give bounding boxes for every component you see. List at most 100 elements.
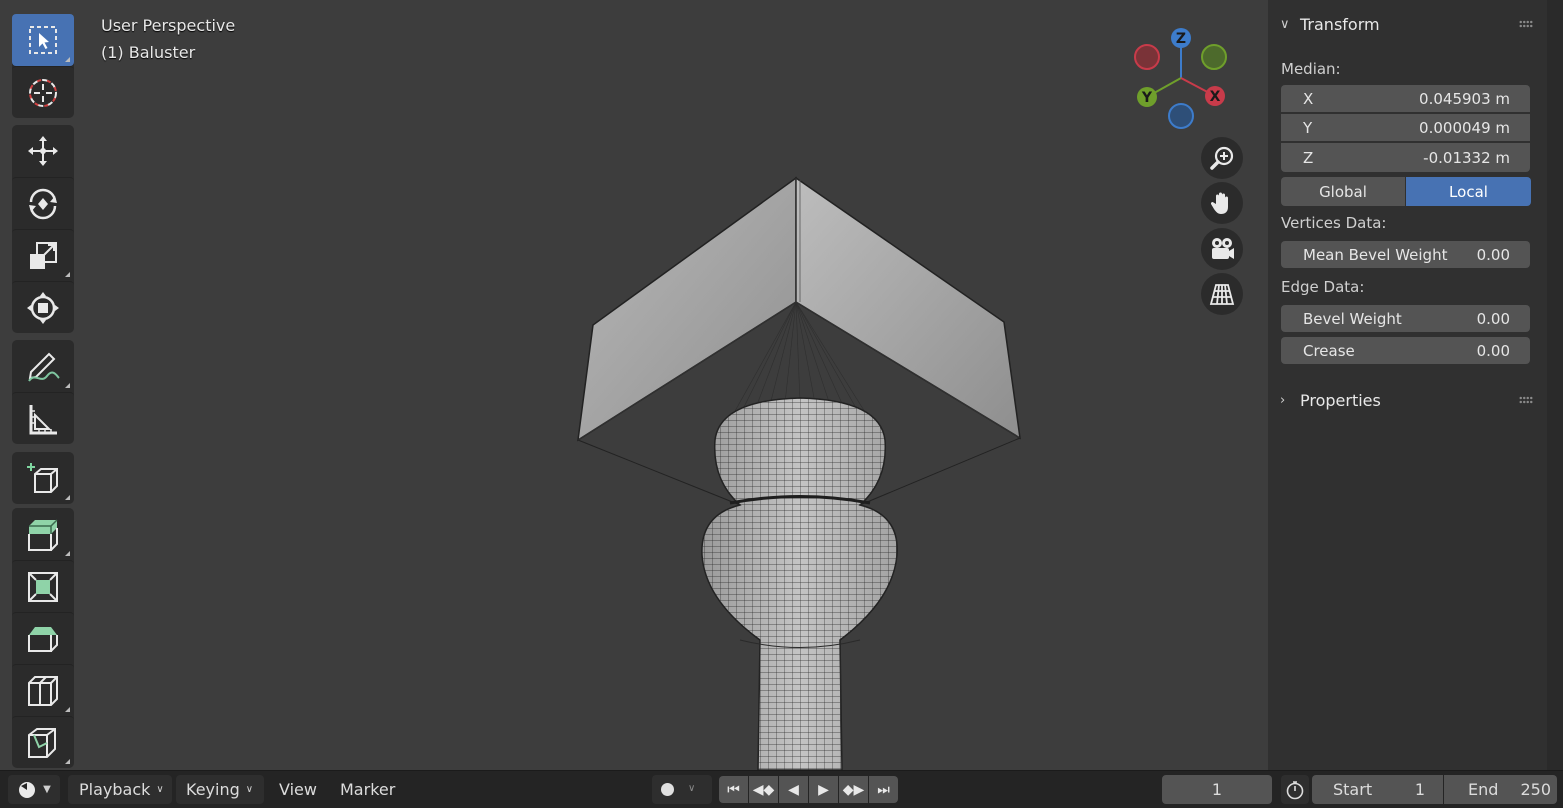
tool-move[interactable]: [12, 125, 74, 177]
median-z-field[interactable]: Z -0.01332 m: [1281, 143, 1530, 172]
tool-loop-cut[interactable]: [12, 664, 74, 716]
jump-start-icon: ⏮: [727, 781, 740, 798]
transform-panel-title: Transform: [1300, 14, 1380, 34]
camera-view-button[interactable]: [1201, 228, 1243, 270]
median-x-field[interactable]: X 0.045903 m: [1281, 85, 1530, 112]
camera-icon: [1212, 238, 1234, 259]
chevron-down-icon: ∨: [245, 784, 254, 795]
play-button[interactable]: ▶: [809, 776, 838, 803]
median-y-field[interactable]: Y 0.000049 m: [1281, 114, 1530, 141]
select-box-icon: [29, 26, 57, 54]
chevron-right-icon: ›: [1280, 392, 1286, 408]
inset-faces-icon: [28, 571, 58, 602]
crease-field[interactable]: Crease 0.00: [1281, 337, 1530, 364]
mean-bevel-weight-field[interactable]: Mean Bevel Weight 0.00: [1281, 241, 1530, 268]
neg-z-axis[interactable]: [1168, 103, 1194, 129]
extrude-region-icon: [28, 519, 58, 551]
toolbar-group-mesh: [12, 508, 74, 768]
median-z-label: Z: [1303, 148, 1314, 167]
median-y-label: Y: [1303, 118, 1313, 137]
bevel-weight-field[interactable]: Bevel Weight 0.00: [1281, 305, 1530, 332]
tool-cursor[interactable]: [12, 66, 74, 118]
stopwatch-icon: [1286, 780, 1304, 799]
global-toggle[interactable]: Global: [1281, 177, 1405, 206]
end-frame-label: End: [1468, 780, 1499, 799]
tool-transform[interactable]: [12, 281, 74, 333]
transform-panel-header[interactable]: ∨ Transform: [1268, 9, 1547, 39]
mean-bevel-weight-value: 0.00: [1476, 245, 1510, 264]
neg-y-axis[interactable]: [1201, 44, 1227, 70]
zoom-icon: [1210, 146, 1234, 170]
marker-menu[interactable]: Marker: [340, 775, 395, 804]
bevel-weight-label: Bevel Weight: [1303, 309, 1402, 328]
jump-end-icon: ⏭: [877, 781, 890, 798]
playback-menu[interactable]: Playback ∨: [68, 775, 172, 804]
prev-keyframe-icon: ◀◆: [752, 781, 775, 798]
move-icon: [28, 136, 58, 166]
drag-grip-icon[interactable]: [1519, 20, 1533, 28]
tool-measure[interactable]: [12, 392, 74, 444]
auto-keying-toggle[interactable]: ∨: [652, 775, 712, 804]
jump-to-start-button[interactable]: ⏮: [719, 776, 748, 803]
start-frame-field[interactable]: Start 1: [1312, 775, 1443, 804]
sidebar-panel: ∨ Transform Median: X 0.045903 m Y 0.000…: [1268, 0, 1547, 770]
play-icon: ▶: [818, 781, 829, 798]
y-axis-label: Y: [1141, 90, 1153, 106]
keying-menu[interactable]: Keying ∨: [176, 775, 264, 804]
jump-to-keyframe-prev-button[interactable]: ◀◆: [749, 776, 778, 803]
measure-icon: [29, 404, 57, 434]
bevel-weight-value: 0.00: [1476, 309, 1510, 328]
tool-add-cube[interactable]: [12, 452, 74, 504]
annotate-icon: [28, 352, 60, 382]
z-axis-label: Z: [1176, 31, 1186, 47]
next-keyframe-icon: ◆▶: [842, 781, 865, 798]
tool-knife[interactable]: [12, 716, 74, 768]
view-menu[interactable]: View: [279, 775, 317, 804]
end-frame-field[interactable]: End 250: [1444, 775, 1557, 804]
editor-type-menu[interactable]: ▼: [8, 775, 60, 804]
play-reverse-icon: ◀: [788, 781, 799, 798]
tool-extrude-region[interactable]: [12, 508, 74, 560]
play-reverse-button[interactable]: ◀: [779, 776, 808, 803]
bevel-icon: [28, 626, 58, 652]
navigation-gizmo[interactable]: Z Y X: [1128, 26, 1238, 131]
local-toggle[interactable]: Local: [1406, 177, 1531, 206]
chevron-down-icon: ∨: [156, 784, 164, 795]
x-axis-label: X: [1210, 89, 1221, 105]
perspective-toggle-button[interactable]: [1201, 273, 1243, 315]
median-z-value: -0.01332 m: [1423, 148, 1510, 167]
knife-icon: [28, 727, 56, 758]
jump-to-keyframe-next-button[interactable]: ◆▶: [839, 776, 868, 803]
add-cube-icon: [27, 463, 58, 493]
tool-bevel[interactable]: [12, 612, 74, 664]
scale-icon: [30, 241, 57, 269]
toolbar-group-add: [12, 452, 74, 504]
viewport-title: User Perspective: [101, 16, 236, 35]
zoom-button[interactable]: [1201, 137, 1243, 179]
tool-select-box[interactable]: [12, 14, 74, 66]
edge-data-label: Edge Data:: [1281, 278, 1365, 296]
properties-panel-header[interactable]: › Properties: [1268, 385, 1547, 415]
neg-x-axis[interactable]: [1134, 44, 1160, 70]
transform-icon: [27, 291, 59, 324]
cursor-icon: [29, 78, 57, 107]
properties-panel-title: Properties: [1300, 390, 1381, 410]
tool-scale[interactable]: [12, 229, 74, 281]
jump-to-end-button[interactable]: ⏭: [869, 776, 898, 803]
current-frame-field[interactable]: 1: [1162, 775, 1272, 804]
mean-bevel-weight-label: Mean Bevel Weight: [1303, 245, 1448, 264]
tool-rotate[interactable]: [12, 177, 74, 229]
vertices-data-label: Vertices Data:: [1281, 214, 1387, 232]
pan-hand-icon: [1210, 192, 1228, 214]
preview-range-toggle[interactable]: [1281, 775, 1309, 804]
toolbar-group-annotate: [12, 340, 74, 444]
timeline-header: ▼ Playback ∨ Keying ∨ View Marker ∨ ⏮ ◀◆ ◀…: [0, 770, 1563, 808]
tool-inset-faces[interactable]: [12, 560, 74, 612]
tool-annotate[interactable]: [12, 340, 74, 392]
drag-grip-icon[interactable]: [1519, 396, 1533, 404]
pan-button[interactable]: [1201, 182, 1243, 224]
sidebar-edge: [1547, 0, 1563, 770]
rotate-icon: [29, 188, 57, 219]
median-x-value: 0.045903 m: [1419, 89, 1510, 108]
end-frame-value: 250: [1520, 780, 1551, 799]
